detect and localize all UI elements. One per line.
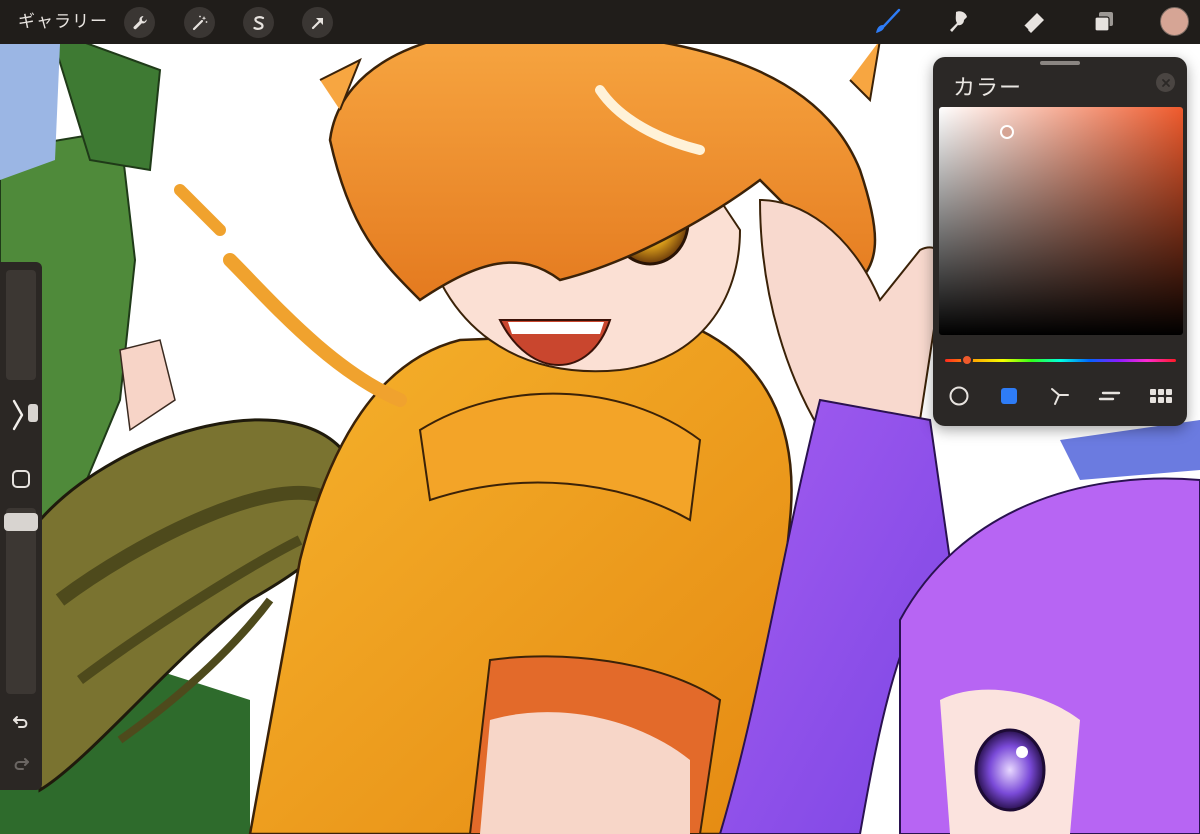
wrench-icon — [133, 15, 147, 29]
circle-icon — [949, 386, 969, 406]
gallery-button[interactable]: ギャラリー — [18, 9, 108, 35]
value-mode-button[interactable] — [1096, 384, 1124, 408]
eraser-icon — [1023, 13, 1044, 33]
hue-slider-knob[interactable] — [961, 354, 973, 366]
saturation-brightness-square[interactable] — [939, 107, 1183, 335]
selection-s-icon — [252, 15, 264, 30]
redo-button[interactable] — [8, 750, 34, 776]
palettes-mode-button[interactable] — [1147, 384, 1175, 408]
sliders-icon — [1098, 391, 1121, 401]
square-button[interactable] — [8, 466, 34, 492]
color-swatch-button[interactable] — [1160, 7, 1189, 36]
brush-icon — [876, 8, 901, 33]
top-toolbar: ギャラリー — [0, 0, 1200, 44]
square-filled-icon — [1001, 388, 1017, 404]
close-icon — [1161, 78, 1170, 87]
transform-arrow-icon — [311, 17, 323, 29]
opacity-slider[interactable] — [6, 508, 36, 694]
close-button[interactable] — [1156, 73, 1175, 92]
smudge-button[interactable] — [944, 6, 976, 38]
modify-button[interactable] — [4, 399, 30, 431]
redo-icon — [14, 758, 29, 770]
square-icon — [12, 470, 30, 488]
undo-button[interactable] — [8, 708, 34, 734]
harmony-icon — [1051, 388, 1069, 405]
left-sidebar — [0, 262, 42, 790]
color-picker-handle[interactable] — [1000, 125, 1014, 139]
classic-mode-button[interactable] — [995, 384, 1023, 408]
brush-size-slider[interactable] — [6, 270, 36, 380]
panel-title: カラー — [953, 76, 1023, 101]
modify-handle[interactable] — [28, 404, 38, 422]
layers-button[interactable] — [1088, 6, 1120, 38]
undo-icon — [13, 716, 28, 728]
brush-button[interactable] — [871, 6, 903, 38]
adjustments-button[interactable] — [184, 7, 215, 38]
palette-grid-icon — [1150, 389, 1172, 403]
magic-wand-icon — [192, 15, 207, 30]
eraser-button[interactable] — [1018, 6, 1050, 38]
selection-button[interactable] — [243, 7, 274, 38]
harmony-mode-button[interactable] — [1046, 384, 1074, 408]
color-panel: カラー — [933, 57, 1187, 426]
panel-grabber[interactable] — [1040, 61, 1080, 65]
chevron-right-icon — [12, 399, 24, 431]
transform-button[interactable] — [302, 7, 333, 38]
hue-slider[interactable] — [945, 359, 1176, 362]
opacity-slider-thumb[interactable] — [4, 513, 38, 532]
disc-mode-button[interactable] — [945, 384, 973, 408]
actions-button[interactable] — [124, 7, 155, 38]
smudge-icon — [950, 11, 967, 32]
layers-icon — [1094, 12, 1113, 32]
